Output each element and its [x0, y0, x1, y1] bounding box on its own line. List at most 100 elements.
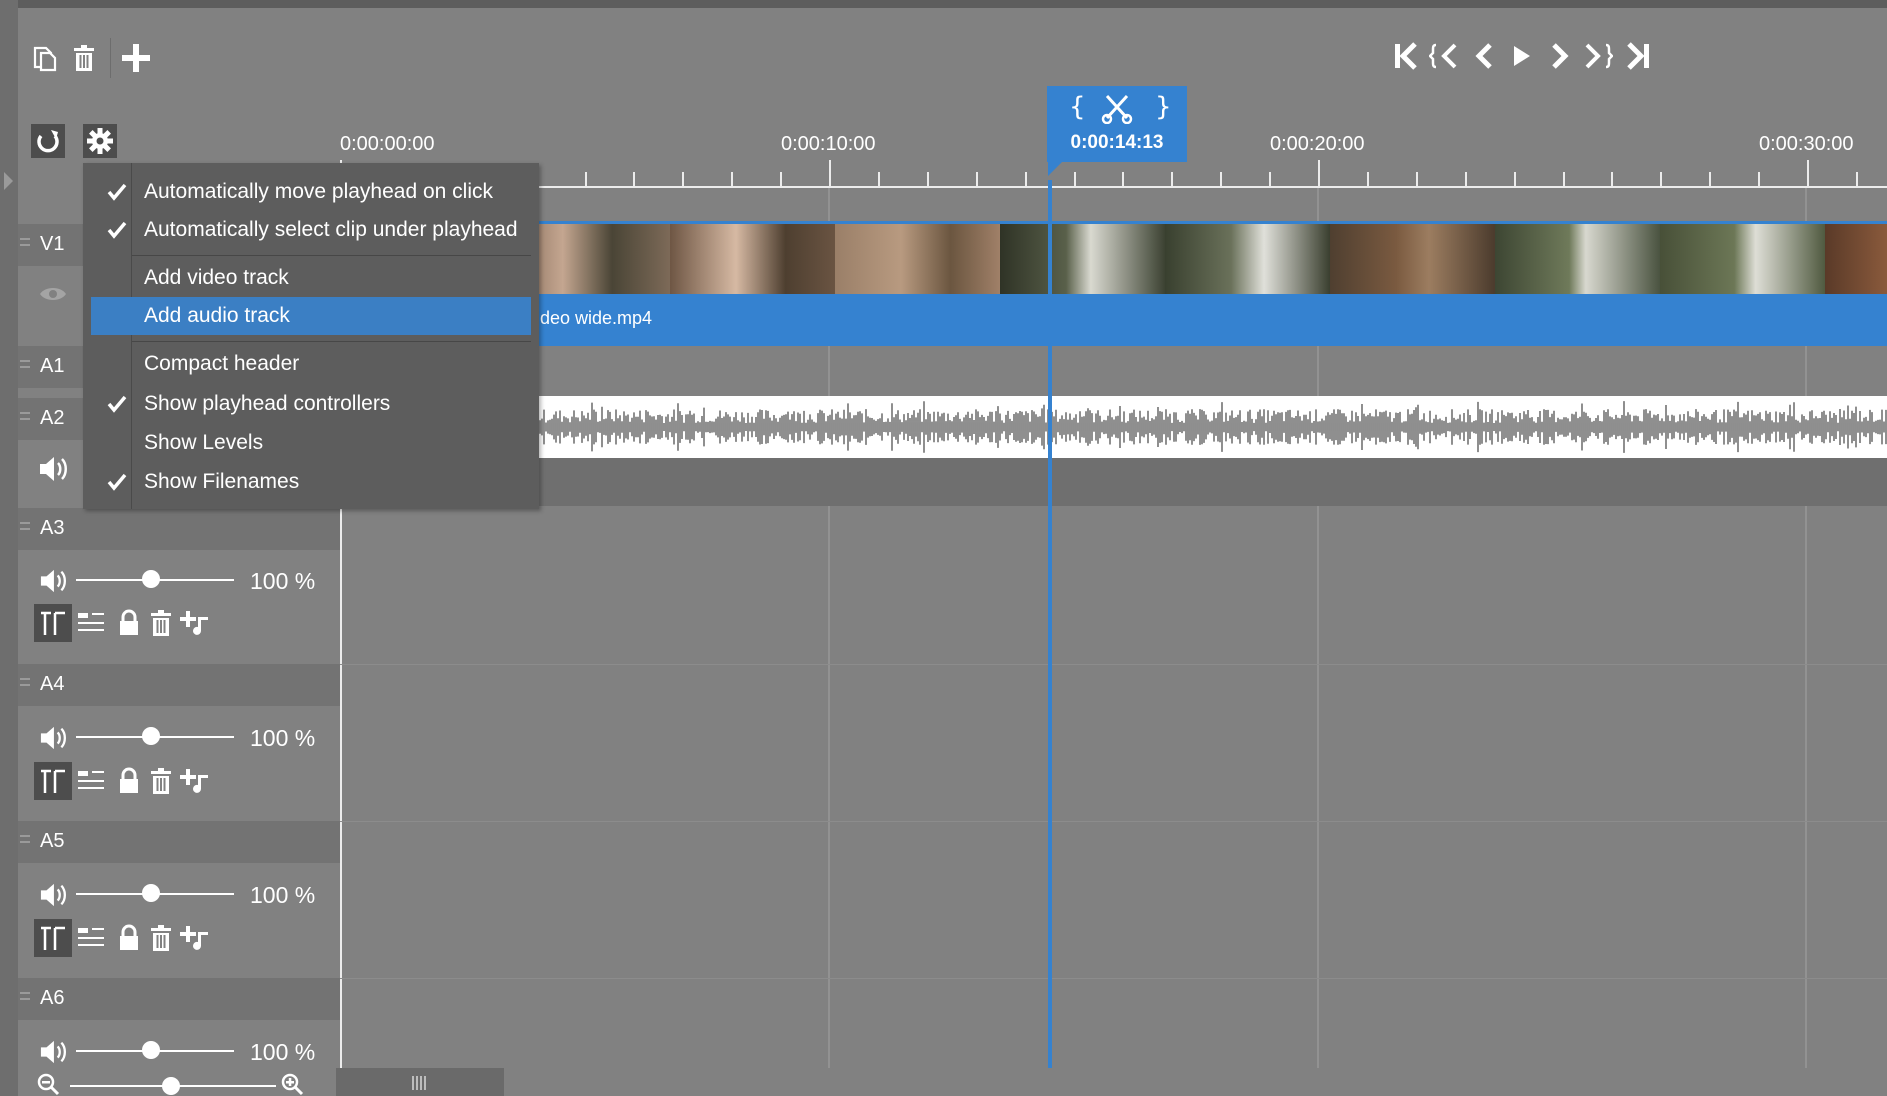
ruler-minor-tick [1514, 172, 1516, 186]
next-frame-icon [1552, 43, 1569, 69]
ruler-minor-tick [1025, 172, 1027, 186]
scroll-grip-icon [412, 1076, 428, 1095]
volume-slider-knob[interactable] [142, 570, 160, 588]
add-audio-track-button[interactable] [176, 762, 214, 800]
previous-frame-button[interactable] [1464, 36, 1504, 76]
drag-handle-icon[interactable] [20, 412, 30, 424]
menu-item-add-video-track[interactable]: Add video track [91, 259, 531, 297]
prev-frame-icon [1475, 43, 1492, 69]
drag-handle-icon[interactable] [20, 992, 30, 1004]
audio-clip-body[interactable] [340, 458, 1887, 506]
volume-slider-knob[interactable] [142, 727, 160, 745]
menu-item-show-filenames[interactable]: Show Filenames [91, 463, 531, 501]
track-name: A6 [40, 987, 65, 1009]
next-frame-button[interactable] [1540, 36, 1580, 76]
zoom-bar [18, 1068, 1887, 1096]
split-button[interactable] [72, 604, 110, 642]
expand-arrow-icon[interactable] [4, 172, 13, 190]
mark-in-button[interactable]: { [1069, 92, 1086, 122]
prev-marker-icon [1429, 43, 1457, 69]
go-end-icon [1627, 42, 1649, 70]
previous-marker-button[interactable] [1424, 36, 1464, 76]
speaker-icon[interactable] [38, 725, 68, 751]
split-button[interactable] [72, 762, 110, 800]
track-name: A2 [40, 407, 65, 429]
checkmark-icon [107, 183, 127, 201]
menu-item-compact-header[interactable]: Compact header [91, 345, 531, 383]
checkmark-icon [107, 473, 127, 491]
speaker-icon[interactable] [38, 1039, 68, 1065]
thumbnail [670, 224, 835, 294]
drag-handle-icon[interactable] [20, 678, 30, 690]
video-clip-thumbnails[interactable] [340, 224, 1887, 294]
menu-item-auto-move-playhead[interactable]: Automatically move playhead on click [91, 173, 531, 211]
menu-item-show-playhead-controllers[interactable]: Show playhead controllers [91, 385, 531, 423]
speaker-icon[interactable] [38, 882, 68, 908]
volume-row-a3: 100 % [18, 560, 340, 600]
split-button[interactable] [72, 919, 110, 957]
video-clip[interactable]: ideo wide.mp4 [340, 294, 1887, 346]
snap-icon [37, 130, 59, 153]
cut-button[interactable] [1101, 94, 1133, 124]
thumbnail [1330, 224, 1495, 294]
go-to-start-button[interactable] [1386, 36, 1426, 76]
side-panel-gutter[interactable] [0, 0, 18, 1096]
menu-item-show-levels[interactable]: Show Levels [91, 424, 531, 462]
ripple-toggle-button[interactable] [34, 762, 72, 800]
clip-filename: ideo wide.mp4 [536, 308, 653, 328]
add-audio-track-button[interactable] [176, 604, 214, 642]
waveform-path [340, 401, 1887, 453]
track-header-a3[interactable]: A3 [18, 508, 340, 550]
drag-handle-icon[interactable] [20, 835, 30, 847]
next-marker-button[interactable] [1578, 36, 1618, 76]
track-split-icon [78, 771, 104, 789]
audio-clip-waveform[interactable] [340, 396, 1887, 458]
menu-item-label: Show Filenames [144, 470, 300, 493]
horizontal-scrollbar-thumb[interactable] [336, 1068, 504, 1096]
playhead-line[interactable] [1048, 180, 1052, 1068]
delete-track-button[interactable] [142, 919, 180, 957]
speaker-icon[interactable] [38, 568, 68, 594]
ruler-minor-tick [1122, 172, 1124, 186]
go-to-end-button[interactable] [1618, 36, 1658, 76]
volume-slider-knob[interactable] [142, 1041, 160, 1059]
drag-handle-icon[interactable] [20, 238, 30, 250]
menu-item-auto-select-clip[interactable]: Automatically select clip under playhead [91, 211, 531, 249]
volume-value: 100 % [250, 725, 316, 751]
track-header-a5[interactable]: A5 [18, 821, 340, 863]
track-header-a6[interactable]: A6 [18, 978, 340, 1020]
ripple-toggle-button[interactable] [34, 604, 72, 642]
gear-icon [87, 128, 113, 154]
delete-track-button[interactable] [142, 762, 180, 800]
volume-slider-knob[interactable] [142, 884, 160, 902]
speaker-icon[interactable] [38, 455, 68, 483]
snap-button[interactable] [31, 124, 65, 158]
zoom-out-icon[interactable] [36, 1072, 60, 1096]
menu-item-label: Add video track [144, 266, 289, 289]
track-header-a4[interactable]: A4 [18, 664, 340, 706]
ripple-toggle-button[interactable] [34, 919, 72, 957]
settings-button[interactable] [83, 124, 117, 158]
zoom-in-icon[interactable] [280, 1072, 304, 1096]
copy-button[interactable] [26, 38, 66, 78]
track-name: A5 [40, 830, 65, 852]
track-separator [340, 664, 1887, 665]
delete-track-button[interactable] [142, 604, 180, 642]
ruler-minor-tick [1171, 172, 1173, 186]
add-button[interactable] [116, 38, 156, 78]
ruler-minor-tick [731, 172, 733, 186]
ruler-minor-tick [1611, 172, 1613, 186]
zoom-slider-knob[interactable] [162, 1077, 180, 1095]
mark-out-button[interactable]: } [1155, 92, 1172, 122]
checkmark-icon [107, 395, 127, 413]
window-top-strip [0, 0, 1887, 8]
add-audio-track-button[interactable] [176, 919, 214, 957]
drag-handle-icon[interactable] [20, 360, 30, 372]
menu-item-add-audio-track[interactable]: Add audio track [91, 297, 531, 335]
play-button[interactable] [1502, 36, 1542, 76]
eye-icon[interactable] [38, 283, 68, 305]
ripple-icon [41, 769, 65, 793]
delete-button[interactable] [64, 38, 104, 78]
playhead-controller[interactable]: { } 0:00:14:13 [1047, 86, 1187, 162]
drag-handle-icon[interactable] [20, 522, 30, 534]
